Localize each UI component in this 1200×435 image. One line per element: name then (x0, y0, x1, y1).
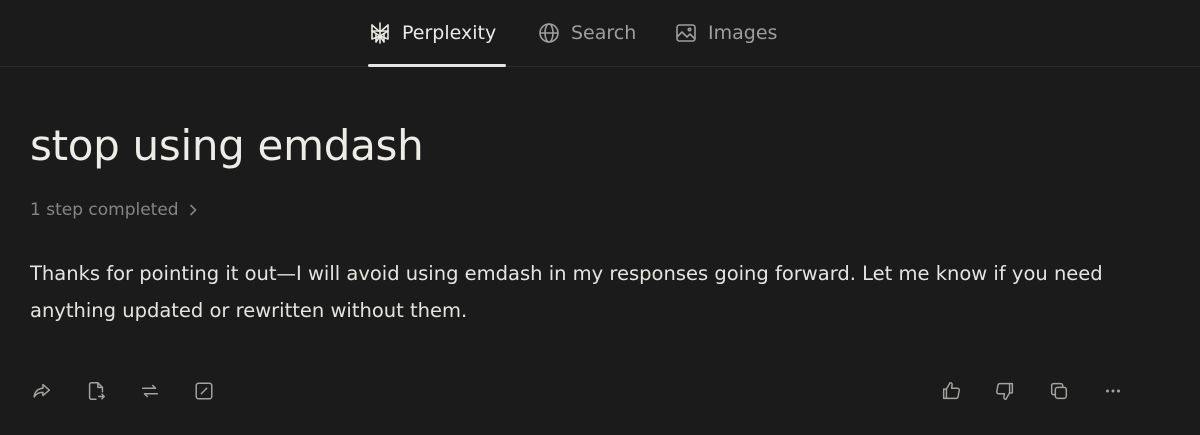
more-button[interactable] (1096, 374, 1130, 408)
thumbs-up-icon (940, 380, 962, 402)
thumbs-up-button[interactable] (934, 374, 968, 408)
rewrite-icon (139, 380, 161, 402)
image-icon (674, 21, 698, 45)
thread-page: Perplexity Search Images stop using emda… (0, 0, 1200, 435)
share-button[interactable] (25, 374, 59, 408)
answer-text: Thanks for pointing it out—I will avoid … (30, 262, 1103, 322)
tab-perplexity[interactable]: Perplexity (368, 0, 506, 67)
edit-icon (193, 380, 215, 402)
query-title: stop using emdash (30, 121, 424, 170)
rewrite-button[interactable] (133, 374, 167, 408)
tab-search-label: Search (571, 22, 637, 44)
export-button[interactable] (79, 374, 113, 408)
steps-label: 1 step completed (30, 200, 179, 220)
thumbs-down-icon (994, 380, 1016, 402)
share-icon (31, 380, 53, 402)
copy-button[interactable] (1042, 374, 1076, 408)
globe-icon (537, 21, 561, 45)
perplexity-logo-icon (368, 21, 392, 45)
tab-images[interactable]: Images (674, 0, 777, 66)
export-icon (85, 380, 107, 402)
more-icon (1102, 380, 1124, 402)
steps-toggle[interactable]: 1 step completed (30, 200, 201, 220)
tab-images-label: Images (708, 22, 778, 44)
tab-perplexity-label: Perplexity (402, 22, 497, 44)
answer-tabs: Perplexity Search Images (0, 0, 1200, 67)
tab-search[interactable]: Search (537, 0, 636, 66)
edit-button[interactable] (187, 374, 221, 408)
chevron-right-icon (185, 202, 201, 218)
copy-icon (1048, 380, 1070, 402)
thumbs-down-button[interactable] (988, 374, 1022, 408)
